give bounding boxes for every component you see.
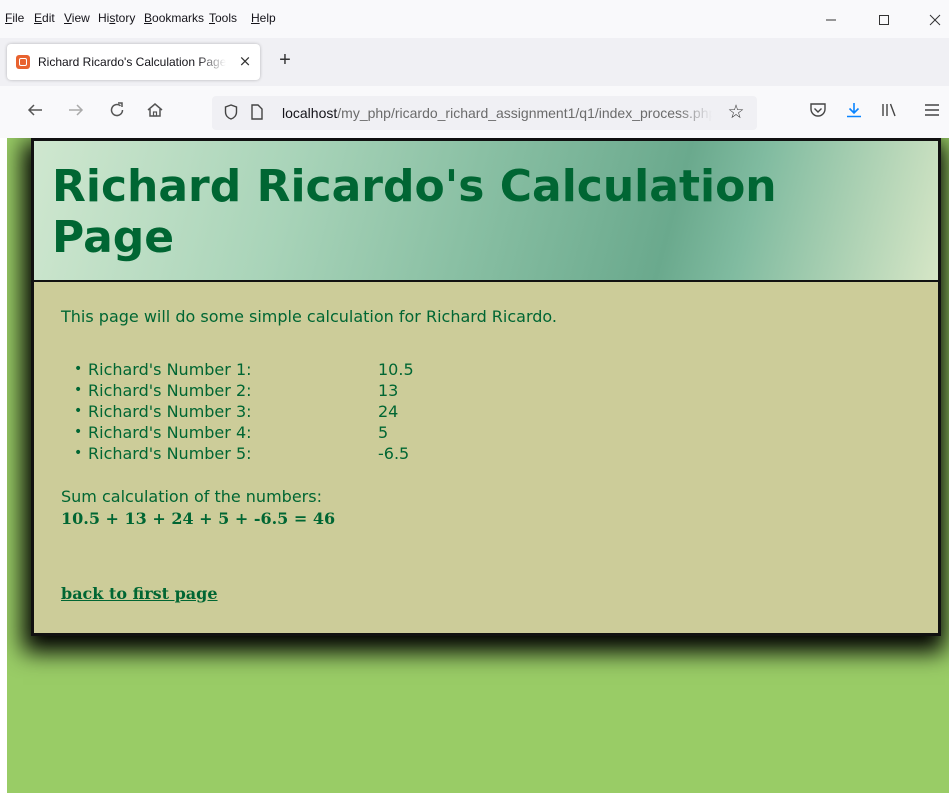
page-body: This page will do some simple calculatio… (31, 282, 941, 636)
menu-history[interactable]: History (98, 11, 135, 25)
menu-bar: File Edit View History Bookmarks Tools H… (0, 0, 949, 38)
menu-help[interactable]: Help (251, 11, 276, 25)
menu-file[interactable]: File (5, 11, 24, 25)
navigation-bar: localhost/my_php/ricardo_richard_assignm… (0, 86, 949, 138)
tab-title: Richard Ricardo's Calculation Page (38, 55, 226, 69)
minimize-icon[interactable] (816, 8, 846, 32)
number-value: 10.5 (378, 360, 414, 379)
page-icon[interactable] (251, 104, 263, 120)
tab-bar: Richard Ricardo's Calculation Page × + (0, 38, 949, 86)
sum-label: Sum calculation of the numbers: (61, 487, 322, 506)
download-icon[interactable] (842, 101, 866, 125)
back-arrow-icon[interactable] (23, 101, 47, 125)
number-list: Richard's Number 1: 10.5 Richard's Number… (74, 359, 414, 464)
home-icon[interactable] (143, 101, 167, 125)
list-item: Richard's Number 1: 10.5 (74, 359, 414, 380)
close-window-icon[interactable] (920, 8, 949, 32)
page-title: Richard Ricardo's Calculation Page (52, 161, 777, 263)
list-item: Richard's Number 2: 13 (74, 380, 414, 401)
number-value: 5 (378, 423, 389, 442)
number-label: Richard's Number 2: (88, 381, 252, 400)
list-item: Richard's Number 3: 24 (74, 401, 414, 422)
menu-tools[interactable]: Tools (209, 11, 237, 25)
content-card: Richard Ricardo's Calculation Page This … (31, 138, 941, 636)
menu-edit[interactable]: Edit (34, 11, 55, 25)
page-header: Richard Ricardo's Calculation Page (31, 138, 941, 282)
maximize-icon[interactable] (869, 8, 899, 32)
library-icon[interactable] (877, 101, 901, 125)
number-value: 13 (378, 381, 399, 400)
menu-view[interactable]: View (64, 11, 90, 25)
number-value: -6.5 (378, 444, 410, 463)
back-to-first-page-link[interactable]: back to first page (61, 584, 218, 603)
url-host: localhost (282, 105, 338, 121)
menu-hamburger-icon[interactable] (920, 101, 944, 125)
shield-icon[interactable] (224, 104, 238, 120)
forward-arrow-icon[interactable] (64, 101, 88, 125)
number-label: Richard's Number 5: (88, 444, 252, 463)
address-bar[interactable]: localhost/my_php/ricardo_richard_assignm… (212, 96, 757, 130)
window-edge (0, 138, 7, 793)
number-label: Richard's Number 1: (88, 360, 252, 379)
list-item: Richard's Number 5: -6.5 (74, 443, 414, 464)
list-item: Richard's Number 4: 5 (74, 422, 414, 443)
pocket-icon[interactable] (806, 101, 830, 125)
number-value: 24 (378, 402, 399, 421)
number-label: Richard's Number 4: (88, 423, 252, 442)
number-label: Richard's Number 3: (88, 402, 252, 421)
tab-close-button[interactable]: × (235, 50, 255, 72)
new-tab-button[interactable]: + (274, 49, 296, 71)
bookmark-star-icon[interactable]: ☆ (725, 101, 747, 123)
url-text[interactable]: localhost/my_php/ricardo_richard_assignm… (282, 105, 712, 123)
browser-tab[interactable]: Richard Ricardo's Calculation Page × (7, 44, 260, 80)
page-viewport: Richard Ricardo's Calculation Page This … (7, 138, 949, 793)
url-path: /my_php/ricardo_richard_assignment1/q1/i… (337, 105, 712, 121)
sum-expression: 10.5 + 13 + 24 + 5 + -6.5 = 46 (61, 509, 336, 528)
menu-bookmarks[interactable]: Bookmarks (144, 11, 204, 25)
favicon-icon (16, 55, 30, 69)
intro-text: This page will do some simple calculatio… (61, 307, 558, 326)
reload-icon[interactable] (105, 101, 129, 125)
